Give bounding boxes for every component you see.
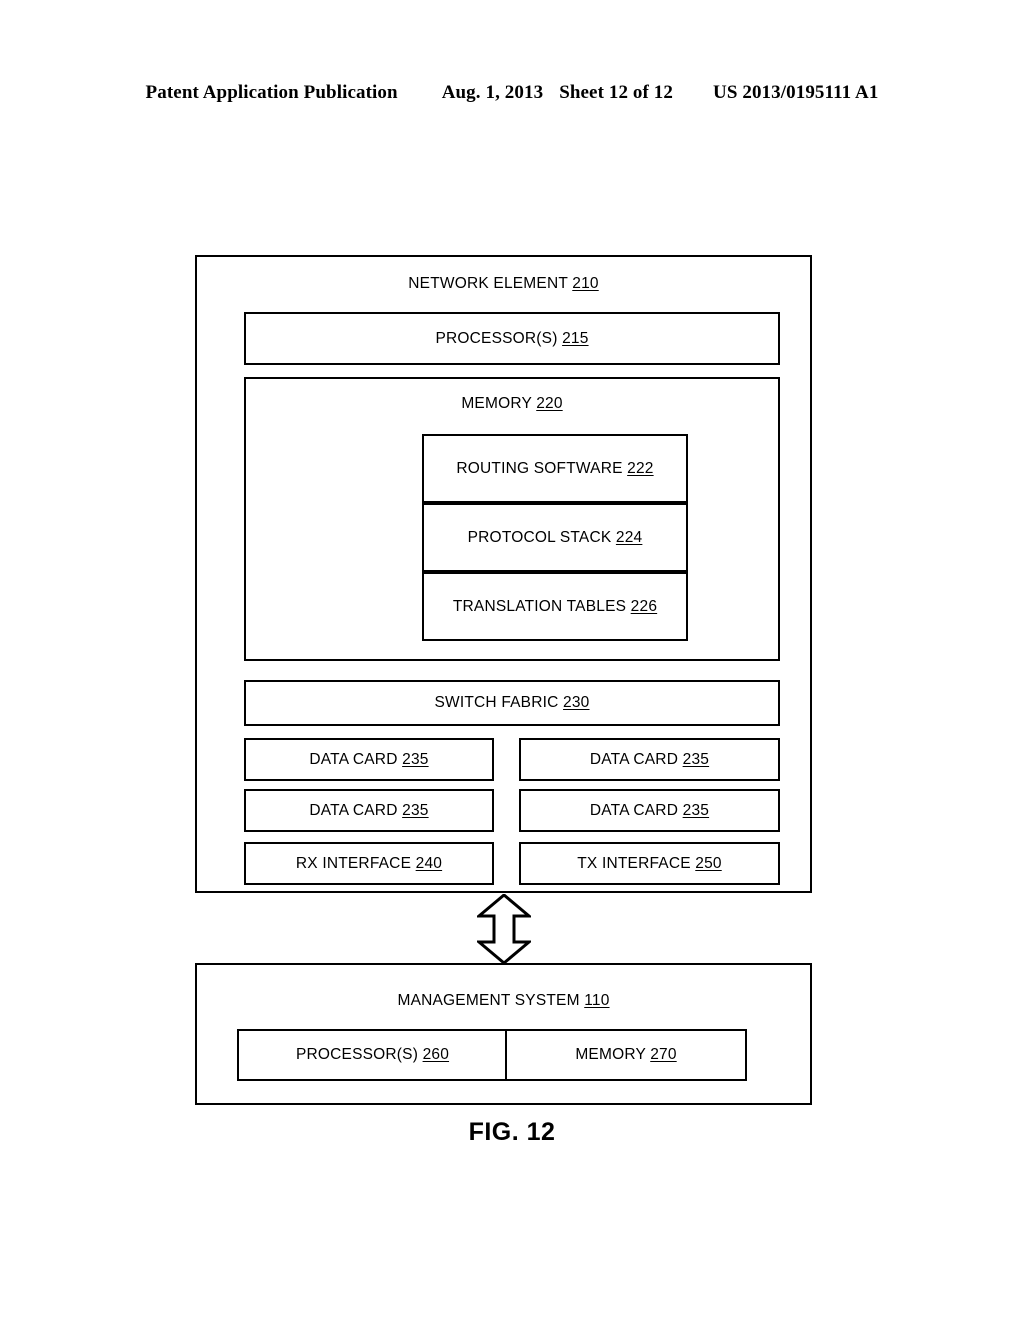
- rx-interface-box: RX INTERFACE 240: [244, 842, 494, 885]
- memory-220-ref: 220: [536, 395, 563, 412]
- tx-interface-box: TX INTERFACE 250: [519, 842, 780, 885]
- network-element-label: NETWORK ELEMENT: [408, 275, 568, 292]
- processor-260-title: PROCESSOR(S) 260: [239, 1046, 506, 1064]
- data-card-box-4: DATA CARD 235: [519, 789, 780, 832]
- data-card-1-label: DATA CARD: [309, 750, 398, 768]
- routing-software-title: ROUTING SOFTWARE 222: [424, 460, 686, 478]
- tx-interface-label: TX INTERFACE: [577, 854, 691, 872]
- memory-box-220: MEMORY 220 ROUTING SOFTWARE 222 PROTOCOL…: [244, 377, 780, 661]
- sheet-number: Sheet 12 of 12: [559, 82, 673, 103]
- memory-270-title: MEMORY 270: [507, 1046, 745, 1064]
- data-card-3-title: DATA CARD 235: [246, 802, 492, 820]
- switch-fabric-title: SWITCH FABRIC 230: [246, 694, 778, 712]
- processor-box-215: PROCESSOR(S) 215: [244, 312, 780, 365]
- data-card-4-ref: 235: [682, 801, 710, 819]
- data-card-box-1: DATA CARD 235: [244, 738, 494, 781]
- rx-interface-title: RX INTERFACE 240: [246, 855, 492, 873]
- memory-220-title: MEMORY 220: [246, 395, 778, 413]
- processor-box-260: PROCESSOR(S) 260: [237, 1029, 508, 1081]
- translation-tables-ref: 226: [630, 597, 658, 615]
- rx-interface-ref: 240: [415, 854, 443, 872]
- switch-fabric-box: SWITCH FABRIC 230: [244, 680, 780, 726]
- switch-fabric-ref: 230: [563, 694, 590, 711]
- management-system-ref: 110: [584, 992, 610, 1009]
- routing-software-box: ROUTING SOFTWARE 222: [422, 434, 688, 503]
- processor-215-ref: 215: [562, 329, 589, 347]
- rx-interface-label: RX INTERFACE: [295, 854, 412, 872]
- translation-tables-label: TRANSLATION TABLES: [452, 597, 627, 615]
- figure-caption: FIG. 12: [468, 1118, 556, 1146]
- processor-260-ref: 260: [422, 1046, 450, 1063]
- data-card-3-label: DATA CARD: [309, 801, 398, 819]
- memory-220-label: MEMORY: [461, 395, 532, 412]
- processor-215-label: PROCESSOR(S): [435, 329, 558, 347]
- tx-interface-title: TX INTERFACE 250: [521, 855, 778, 873]
- routing-software-ref: 222: [627, 459, 654, 477]
- data-card-1-ref: 235: [402, 750, 429, 768]
- management-system-title: MANAGEMENT SYSTEM 110: [197, 992, 810, 1010]
- management-system-box: MANAGEMENT SYSTEM 110 PROCESSOR(S) 260 M…: [195, 963, 812, 1105]
- data-card-4-title: DATA CARD 235: [521, 802, 778, 820]
- patent-number: US 2013/0195111 A1: [713, 82, 879, 103]
- publication-date: Aug. 1, 2013: [441, 82, 544, 103]
- processor-215-title: PROCESSOR(S) 215: [246, 330, 778, 348]
- memory-270-label: MEMORY: [575, 1046, 646, 1063]
- network-element-title: NETWORK ELEMENT 210: [197, 275, 810, 293]
- protocol-stack-box: PROTOCOL STACK 224: [422, 503, 688, 572]
- data-card-1-title: DATA CARD 235: [246, 751, 492, 769]
- data-card-2-ref: 235: [682, 750, 710, 768]
- publication-label: Patent Application Publication: [145, 82, 398, 103]
- memory-box-270: MEMORY 270: [505, 1029, 747, 1081]
- data-card-2-title: DATA CARD 235: [521, 751, 778, 769]
- protocol-stack-title: PROTOCOL STACK 224: [424, 529, 686, 547]
- page-header: Patent Application Publication Aug. 1, 2…: [0, 82, 1024, 104]
- translation-tables-title: TRANSLATION TABLES 226: [424, 598, 686, 616]
- data-card-3-ref: 235: [402, 801, 429, 819]
- double-headed-vertical-arrow-icon: [477, 894, 531, 964]
- management-system-label: MANAGEMENT SYSTEM: [397, 992, 580, 1009]
- data-card-box-3: DATA CARD 235: [244, 789, 494, 832]
- data-card-4-label: DATA CARD: [589, 801, 679, 819]
- data-card-2-label: DATA CARD: [589, 750, 679, 768]
- data-card-box-2: DATA CARD 235: [519, 738, 780, 781]
- protocol-stack-ref: 224: [615, 528, 643, 546]
- translation-tables-box: TRANSLATION TABLES 226: [422, 572, 688, 641]
- routing-software-label: ROUTING SOFTWARE: [456, 459, 623, 477]
- switch-fabric-label: SWITCH FABRIC: [434, 694, 559, 711]
- tx-interface-ref: 250: [695, 854, 722, 872]
- processor-260-label: PROCESSOR(S): [295, 1046, 419, 1063]
- memory-270-ref: 270: [650, 1046, 677, 1063]
- network-element-box: NETWORK ELEMENT 210 PROCESSOR(S) 215 MEM…: [195, 255, 812, 893]
- network-element-ref: 210: [572, 275, 599, 292]
- protocol-stack-label: PROTOCOL STACK: [467, 528, 612, 546]
